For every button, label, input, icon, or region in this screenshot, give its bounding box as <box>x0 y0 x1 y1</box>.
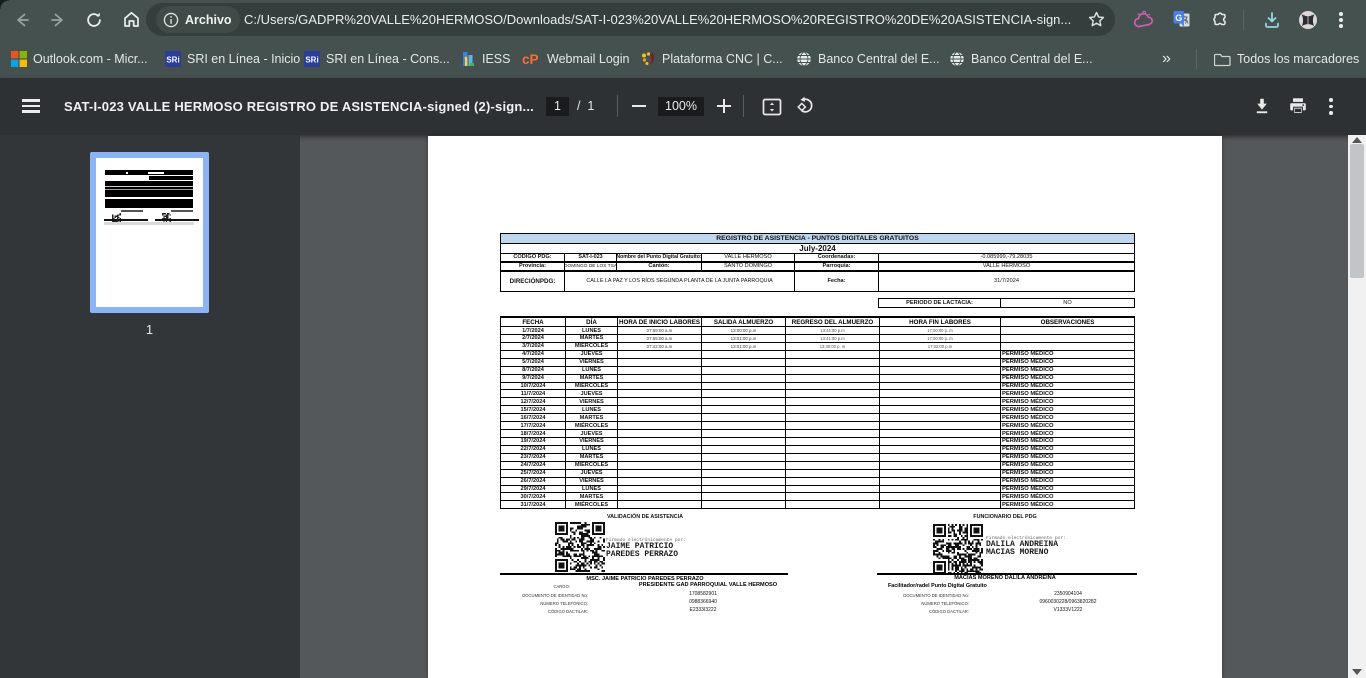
svg-text:G: G <box>1175 13 1182 23</box>
svg-text:SRi: SRi <box>305 56 318 65</box>
svg-text:SRi: SRi <box>166 56 179 65</box>
svg-text:cP: cP <box>522 52 539 67</box>
